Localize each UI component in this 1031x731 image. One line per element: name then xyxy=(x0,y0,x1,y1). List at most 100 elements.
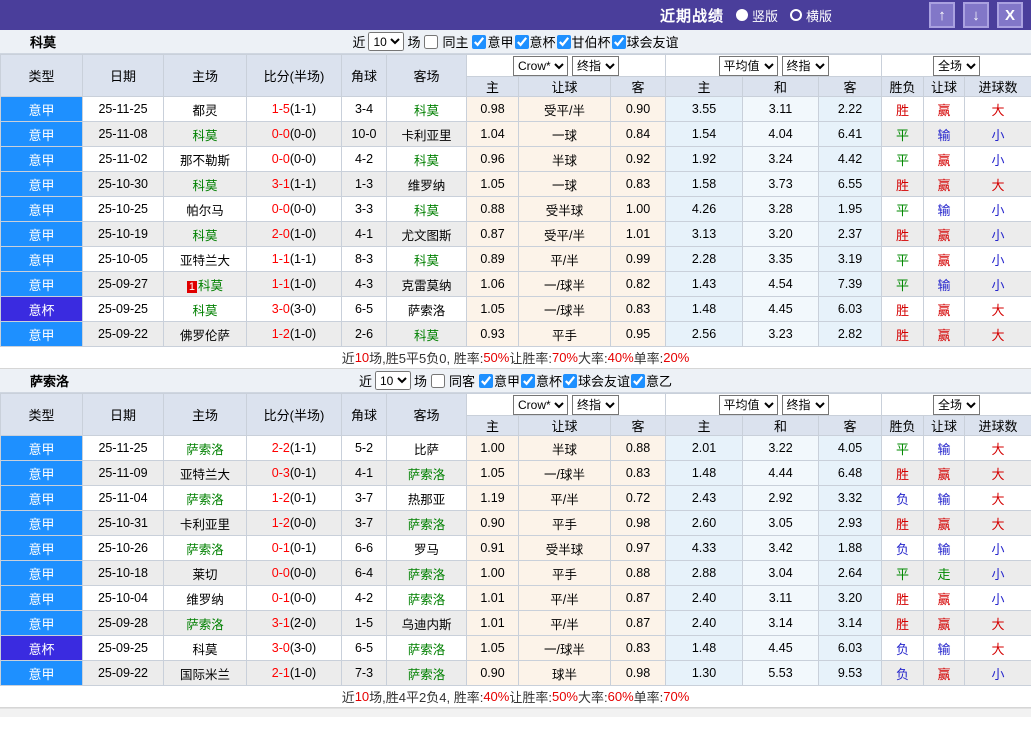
away-team-cell: 维罗纳 xyxy=(386,171,467,197)
league-type-cell: 意甲 xyxy=(0,121,83,147)
avg-draw-odds-cell: 3.42 xyxy=(742,535,819,561)
match-row: 意甲 25-10-31 卡利亚里 1-2(0-0) 3-7 萨索洛 0.90 平… xyxy=(0,510,1031,536)
final-odds-select-2[interactable]: 终指 xyxy=(781,55,829,76)
league-type-cell: 意甲 xyxy=(0,246,83,272)
up-arrow-icon: ↑ xyxy=(938,6,946,24)
layout-vertical-radio[interactable]: 竖版 xyxy=(736,6,778,25)
match-row: 意甲 25-10-19 科莫 2-0(1-0) 4-1 尤文图斯 0.87 受平… xyxy=(0,221,1031,247)
corner-score-cell: 4-2 xyxy=(341,146,387,172)
halftime-score: (0-0) xyxy=(289,152,317,166)
title-group: 近期战绩 竖版 横版 xyxy=(660,0,832,30)
result-goals-cell: 小 xyxy=(964,585,1031,611)
league-checkbox[interactable] xyxy=(556,34,571,49)
league-filter-意甲[interactable]: 意甲 xyxy=(471,32,514,51)
fulltime-select[interactable]: 全场 xyxy=(933,394,981,415)
avg-home-odds-cell: 3.13 xyxy=(665,221,743,247)
result-wdl-cell: 平 xyxy=(881,560,925,586)
avg-home-odds-cell: 2.88 xyxy=(665,560,743,586)
score-cell: 2-2(1-1) xyxy=(246,435,342,461)
summary-text-segment: 10 xyxy=(354,689,370,704)
summary-text-segment: 10 xyxy=(354,350,370,365)
crow-away-odds-cell: 0.84 xyxy=(610,121,666,147)
summary-text-segment: 让胜率: xyxy=(509,690,552,705)
close-button[interactable]: X xyxy=(997,2,1023,28)
bookmaker-select[interactable]: Crow* xyxy=(513,55,568,76)
score-cell: 0-3(0-1) xyxy=(246,460,342,486)
crow-away-odds-cell: 0.83 xyxy=(610,296,666,322)
match-row: 意甲 25-09-22 国际米兰 2-1(1-0) 7-3 萨索洛 0.90 球… xyxy=(0,660,1031,686)
avg-away-odds-cell: 6.03 xyxy=(817,635,883,661)
avg-home-odds-cell: 4.26 xyxy=(665,196,743,222)
crow-handicap-cell: 平/半 xyxy=(518,485,611,511)
away-team-cell: 萨索洛 xyxy=(386,660,467,686)
away-team-cell: 科莫 xyxy=(386,96,467,122)
league-checkbox[interactable] xyxy=(478,373,493,388)
avg-home-odds-cell: 1.30 xyxy=(665,660,743,686)
bookmaker-select[interactable]: Crow* xyxy=(513,394,568,415)
league-checkbox[interactable] xyxy=(563,373,578,388)
halftime-score: (1-1) xyxy=(289,252,317,266)
avg-draw-odds-cell: 3.28 xyxy=(742,196,819,222)
avg-home-odds-cell: 2.01 xyxy=(665,435,743,461)
average-select[interactable]: 平均值 xyxy=(718,55,778,76)
league-checkbox[interactable] xyxy=(631,373,646,388)
move-down-button[interactable]: ↓ xyxy=(963,2,989,28)
avg-away-odds-cell: 3.19 xyxy=(817,246,883,272)
league-checkbox[interactable] xyxy=(472,34,487,49)
home-team-cell: 亚特兰大 xyxy=(163,246,247,272)
summary-text-segment: 50% xyxy=(483,350,510,365)
league-filter-甘伯杯[interactable]: 甘伯杯 xyxy=(556,32,611,51)
como-matches-table: 类型 日期 主场 比分(半场) 角球 客场 Crow*终指 平均值终指 全场 xyxy=(0,54,1031,347)
away-team-cell: 萨索洛 xyxy=(386,560,467,586)
league-checkbox[interactable] xyxy=(521,373,535,388)
home-team-cell: 佛罗伦萨 xyxy=(163,321,247,347)
result-goals-cell: 大 xyxy=(964,510,1031,536)
league-filter-球会友谊[interactable]: 球会友谊 xyxy=(611,32,679,51)
league-filter-意甲[interactable]: 意甲 xyxy=(478,371,520,390)
score-cell: 1-1(1-1) xyxy=(246,246,342,272)
final-odds-select[interactable]: 终指 xyxy=(572,55,619,76)
crow-handicap-cell: 一球 xyxy=(518,171,611,197)
same-venue-checkbox[interactable] xyxy=(430,373,445,388)
crow-away-odds-cell: 0.82 xyxy=(610,271,666,297)
radio-unselected-icon xyxy=(790,9,803,21)
fulltime-select[interactable]: 全场 xyxy=(933,55,981,76)
same-venue-checkbox[interactable] xyxy=(424,34,439,49)
league-filter-意杯[interactable]: 意杯 xyxy=(520,371,562,390)
result-goals-cell: 小 xyxy=(964,121,1031,147)
result-wdl-cell: 平 xyxy=(881,196,925,222)
result-handicap-cell: 输 xyxy=(923,121,966,147)
col-header-corner: 角球 xyxy=(341,54,387,97)
halftime-score: (0-0) xyxy=(289,202,317,216)
final-odds-select[interactable]: 终指 xyxy=(572,394,619,415)
move-up-button[interactable]: ↑ xyxy=(929,2,955,28)
avg-away-odds-cell: 4.42 xyxy=(817,146,883,172)
avg-draw-odds-cell: 3.11 xyxy=(742,585,819,611)
corner-score-cell: 2-6 xyxy=(341,321,387,347)
league-filters: 意甲 意杯 球会友谊 意乙 xyxy=(478,371,672,390)
layout-horizontal-radio[interactable]: 横版 xyxy=(790,6,832,25)
league-checkbox[interactable] xyxy=(514,34,529,49)
match-date-cell: 25-10-04 xyxy=(82,585,164,611)
final-odds-select-2[interactable]: 终指 xyxy=(781,394,829,415)
crow-home-odds-cell: 0.89 xyxy=(466,246,519,272)
league-label: 意乙 xyxy=(646,374,673,389)
halftime-score: (0-1) xyxy=(289,541,317,555)
home-team-cell: 科莫 xyxy=(163,221,247,247)
average-select[interactable]: 平均值 xyxy=(718,394,778,415)
league-label: 意杯 xyxy=(529,35,556,50)
score-cell: 3-0(3-0) xyxy=(246,635,342,661)
result-handicap-cell: 赢 xyxy=(923,660,966,686)
home-team-cell: 萨索洛 xyxy=(163,435,247,461)
result-wdl-cell: 负 xyxy=(881,635,925,661)
league-filter-意杯[interactable]: 意杯 xyxy=(514,32,556,51)
recent-count-select[interactable]: 10 xyxy=(368,32,405,51)
league-filter-球会友谊[interactable]: 球会友谊 xyxy=(562,371,630,390)
avg-away-odds-cell: 4.05 xyxy=(817,435,883,461)
league-filter-意乙[interactable]: 意乙 xyxy=(630,371,672,390)
avg-away-odds-cell: 7.39 xyxy=(817,271,883,297)
league-checkbox[interactable] xyxy=(611,34,626,49)
col-header-type: 类型 xyxy=(0,54,83,97)
recent-count-select[interactable]: 10 xyxy=(374,371,411,390)
result-handicap-cell: 赢 xyxy=(923,510,966,536)
